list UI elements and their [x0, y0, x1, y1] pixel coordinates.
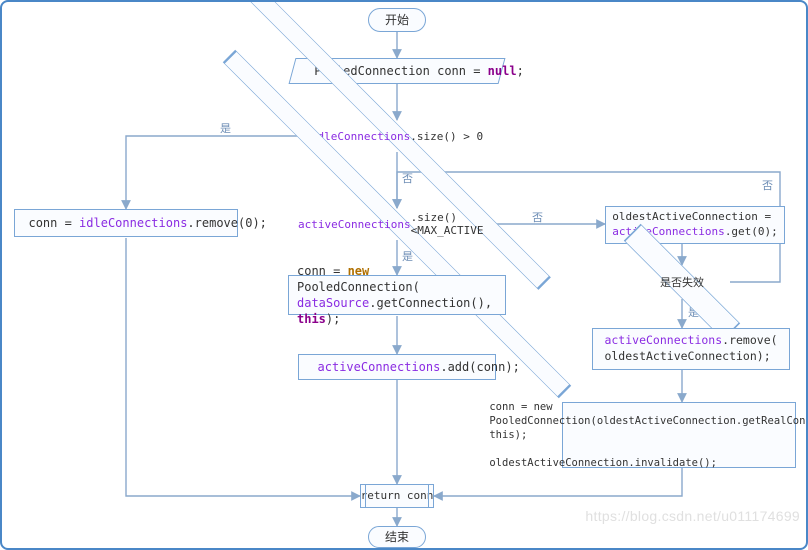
process-remove-idle: conn = idleConnections.remove(0);: [14, 209, 238, 237]
keyword-new: new: [348, 264, 370, 278]
oldest-line1: oldestActiveConnection =: [612, 210, 771, 223]
process-add-active: activeConnections.add(conn);: [298, 354, 496, 380]
remove-idle-pre: conn =: [28, 216, 79, 230]
decision-active: activeConnections.size()<MAX_ACTIVE: [298, 208, 496, 240]
remove-idle-post: .remove(0);: [187, 216, 266, 230]
decision-active-post: .size()<MAX_ACTIVE: [411, 211, 496, 237]
rmact-field: activeConnections: [604, 333, 722, 347]
label-no: 否: [532, 209, 543, 225]
process-remove-active: activeConnections.remove( oldestActiveCo…: [592, 328, 790, 370]
decision-expired-label: 是否失效: [638, 265, 726, 299]
field-active: activeConnections: [298, 218, 411, 231]
keyword-this: this: [297, 312, 326, 326]
newc-pre: conn =: [297, 264, 348, 278]
rmact-line2: oldestActiveConnection);: [604, 349, 770, 363]
oldest-post: .get(0);: [725, 225, 778, 238]
add-active-field: activeConnections: [318, 360, 441, 374]
process-new-connection: conn = new PooledConnection( dataSource.…: [288, 275, 506, 315]
remove-idle-field: idleConnections: [79, 216, 187, 230]
decision-idle: idleConnections.size() > 0: [310, 120, 484, 152]
watermark: https://blog.csdn.net/u011174699: [585, 508, 800, 524]
keyword-null: null: [487, 64, 516, 78]
newc-post1: PooledConnection(: [297, 280, 420, 294]
subprocess-return: return conn: [360, 484, 434, 508]
label-no: 否: [402, 170, 413, 186]
label-yes: 是: [220, 120, 231, 136]
add-active-post: .add(conn);: [440, 360, 519, 374]
decision-expired: 是否失效: [638, 265, 726, 299]
newc-mid: .getConnection(),: [369, 296, 492, 310]
newc-post2: );: [326, 312, 340, 326]
terminal-end: 结束: [368, 526, 426, 548]
label-no: 否: [762, 177, 773, 193]
process-recycle: conn = new PooledConnection(oldestActive…: [562, 402, 796, 468]
rmact-post1: .remove(: [722, 333, 777, 347]
flowchart-canvas: 是 否 是 否 是 否 开始 结束 PooledConnection conn …: [0, 0, 808, 550]
field-datasource: dataSource: [297, 296, 369, 310]
terminal-start: 开始: [368, 8, 426, 32]
init-post: ;: [516, 64, 523, 78]
decision-idle-post: .size() > 0: [410, 130, 483, 143]
